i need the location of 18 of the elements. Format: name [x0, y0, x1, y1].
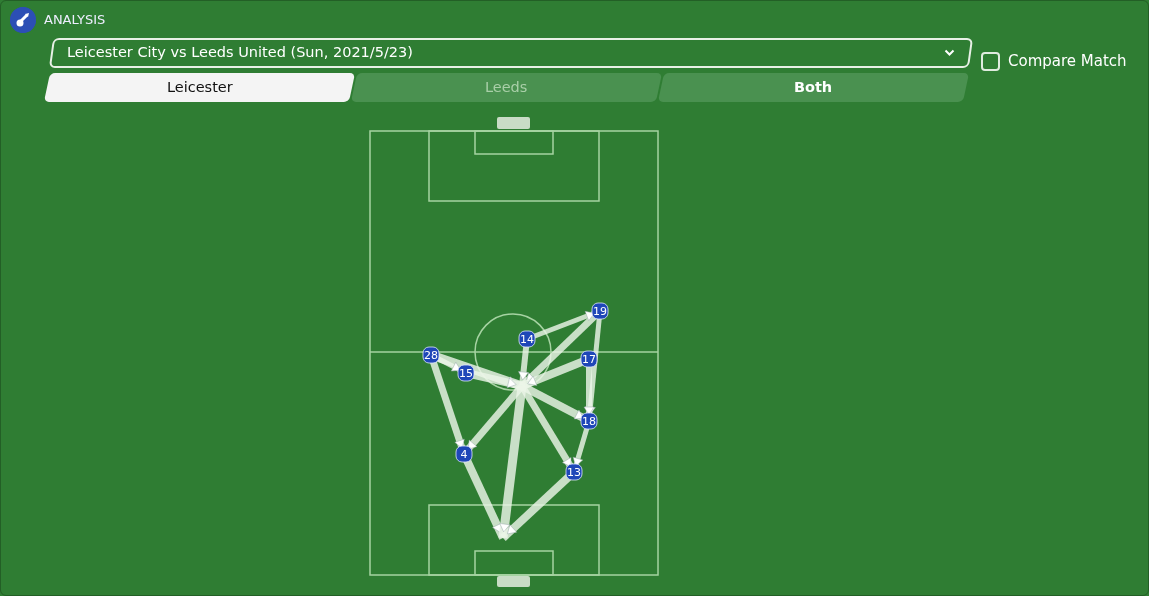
section-title: ANALYSIS	[44, 11, 106, 30]
player-marker: 17	[580, 350, 598, 368]
player-marker: 14	[518, 330, 536, 348]
compare-checkbox[interactable]	[981, 51, 1000, 71]
player-marker: 15	[457, 364, 475, 382]
team-tab[interactable]: Both	[657, 73, 970, 102]
player-marker: 19	[591, 302, 609, 320]
goal-icon	[497, 117, 530, 129]
player-marker: 28	[422, 346, 440, 364]
caret-icon	[944, 49, 955, 57]
checkbox-label: Compare Match	[1008, 51, 1127, 72]
app-icon	[10, 7, 36, 33]
player-marker: 18	[580, 412, 598, 430]
match-dropdown[interactable]: Leicester City vs Leeds United (Sun, 2021/5/23)	[48, 38, 974, 68]
player-marker: 4	[455, 445, 473, 463]
goal-icon	[497, 576, 530, 587]
player-marker: 13	[565, 463, 583, 481]
team-tab[interactable]: Leicester	[43, 73, 356, 102]
